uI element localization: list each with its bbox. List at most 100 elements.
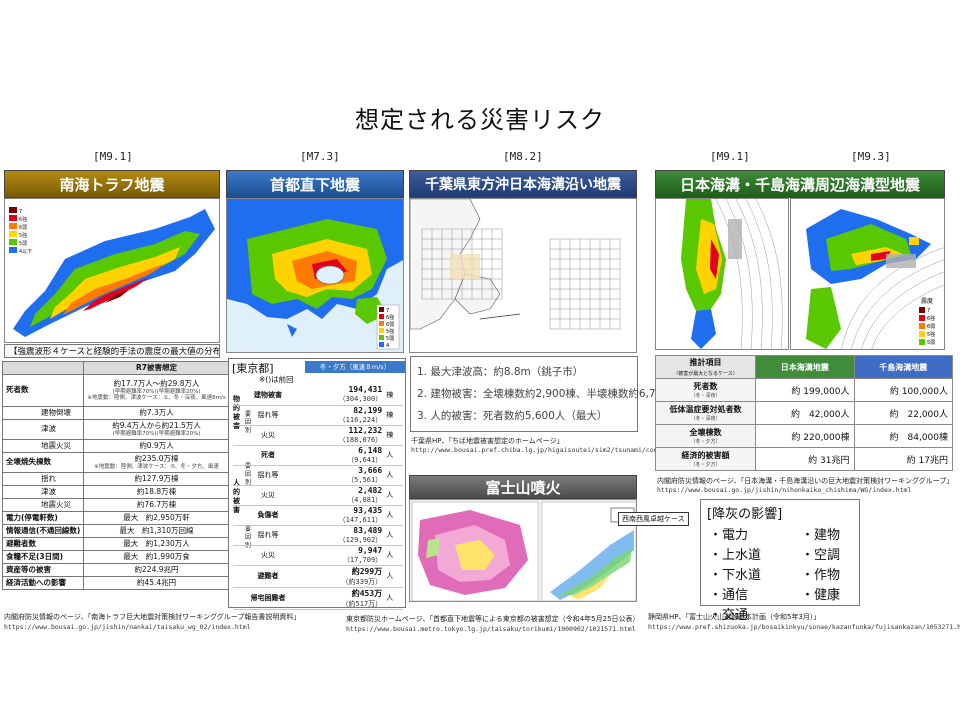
chiba-damage-panel: 1. 最大津波高：約8.8m（銚子市） 2. 建物被害：全壊棟数約2,900棟、… <box>410 356 679 432</box>
nankai-row-value: 約235.0万棟 <box>134 454 179 464</box>
tokyo-row-value: 約299万 <box>351 566 383 576</box>
tokyo-legend-6s: 6強 <box>386 314 394 321</box>
tokyo-row-prev: （約339万） <box>341 577 383 586</box>
tokyo-row-value: 82,199 <box>353 405 383 415</box>
ash-effect-item: ・交通 <box>709 608 749 623</box>
nankai-row-label: 揺れ <box>1 472 85 486</box>
nankai-row-value: 約17.7万人～約29.8万人 <box>113 379 200 389</box>
nankai-row-note: ※地震動：陸側、津波ケース：⑤、冬・夕方、風速 <box>94 463 219 470</box>
nankai-row-note: (早期避難率70%)(早期避難率20%) <box>112 430 201 437</box>
tokyo-row-value: 112,232 <box>348 425 383 435</box>
tokyo-row-unit: 棟 <box>384 405 403 426</box>
tokyo-row-value: 9,947 <box>358 545 383 555</box>
trench-row-note: （冬・夕方） <box>690 462 721 468</box>
nankai-row-value: 約224.9兆円 <box>83 563 230 577</box>
page-title: 想定される災害リスク <box>355 106 605 134</box>
trench-source: 内閣府防災情報のページ、「日本海溝・千島海溝沿いの巨大地震対策検討ワーキンググル… <box>657 477 954 485</box>
fuji-inset-label: 西南西風卓越ケース <box>618 512 689 526</box>
fuji-url[interactable]: https://www.pref.shizuoka.jp/bosaikinkyu… <box>648 623 960 631</box>
tokyo-row-prev: （129,902） <box>338 535 383 544</box>
trench-legend-5w: 5弱 <box>927 340 935 346</box>
tokyo-url[interactable]: https://www.bousai.metro.tokyo.lg.jp/tai… <box>346 625 636 633</box>
tokyo-row-unit: 人 <box>384 485 403 506</box>
tokyo-row-prev: （116,224） <box>338 415 383 424</box>
tokyo-row-prev: （304,300） <box>338 395 383 404</box>
nankai-intensity-map: 7 6強 6弱 5強 5弱 4以下 <box>4 198 220 343</box>
nankai-row-value: 最大 約2,950万軒 <box>83 511 230 525</box>
trench-url[interactable]: https://www.bousai.go.jp/jishin/nihonkai… <box>657 486 911 494</box>
tokyo-row-value: 83,489 <box>353 525 383 535</box>
nankai-row-label: 津波 <box>1 485 85 499</box>
tokyo-row-prev: （約517万） <box>341 599 383 608</box>
chiba-fault-map <box>409 198 637 353</box>
ash-effect-item: ・上水道 <box>709 548 762 563</box>
trench-row-label: 全壊棟数 <box>689 428 722 437</box>
nankai-row-label: 食糧不足(3日間) <box>1 550 85 564</box>
tokyo-row-unit: 棟 <box>384 385 403 406</box>
ash-effect-item: ・下水道 <box>709 568 762 583</box>
tokyo-row-prev: （5,561） <box>347 475 383 484</box>
tokyo-row-prev: （4,081） <box>347 495 383 504</box>
nankai-row-label: 建物倒壊 <box>1 406 85 420</box>
trench-row-note: （冬・深夜） <box>690 393 721 399</box>
tokyo-row-prev: （9,641） <box>347 455 383 464</box>
trench-legend-7: 7 <box>927 308 930 314</box>
tokyo-row-prev: （188,076） <box>338 435 383 444</box>
tokyo-row-label: 揺れ等 <box>233 465 303 486</box>
nankai-damage-table: R7被害想定 死者数 約17.7万人～約29.8万人 (早期避難率70%)(早期… <box>1 361 230 590</box>
chishima-trench-map: 震度 7 6強 6弱 5強 5弱 <box>790 198 945 350</box>
nankai-row-label: 避難者数 <box>1 537 85 551</box>
trench-banner: 日本海溝・千島海溝周辺海溝型地震 <box>655 170 945 198</box>
tokyo-row-unit: 人 <box>384 587 403 610</box>
tokyo-row-unit: 人 <box>384 465 403 486</box>
fuji-banner: 富士山噴火 <box>409 475 637 499</box>
trench-header-japan: 日本海溝地震 <box>755 355 855 379</box>
fuji-ash-map <box>409 499 637 602</box>
tokyo-legend-4: 4 <box>386 343 389 349</box>
tokyo-magnitude: [M7.3] <box>300 150 340 163</box>
tokyo-row-value: 3,666 <box>358 465 383 475</box>
trench-header-chishima: 千島海溝地震 <box>853 355 953 379</box>
trench-row-chishima: 約 17兆円 <box>853 447 953 471</box>
trench-legend-5s: 5強 <box>927 331 935 338</box>
tokyo-row-unit: 人 <box>384 525 403 546</box>
tokyo-row-label: 揺れ等 <box>233 405 303 426</box>
nankai-url[interactable]: https://www.bousai.go.jp/jishin/nankai/t… <box>4 623 251 631</box>
trench-row-japan: 約 220,000棟 <box>755 424 855 448</box>
trench-row-chishima: 約 84,000棟 <box>853 424 953 448</box>
tokyo-legend-6w: 6弱 <box>386 322 394 328</box>
trench-row-japan: 約 199,000人 <box>755 378 855 402</box>
ash-effects-panel: [降灰の影響] ・電力 ・建物 ・上水道 ・空調 ・下水道 ・作物 ・通信 ・健… <box>700 499 860 623</box>
nankai-magnitude: [M9.1] <box>93 150 133 163</box>
tokyo-row-label: 火災 <box>233 485 303 506</box>
tokyo-row-label: 火災 <box>233 425 303 446</box>
ash-effect-item: ・健康 <box>801 588 841 603</box>
tokyo-row-label: 避難者 <box>233 565 303 588</box>
ash-effect-item: ・作物 <box>801 568 841 583</box>
trench-legend-title: 震度 <box>921 297 933 305</box>
tokyo-legend-5w: 5弱 <box>386 336 394 342</box>
nankai-row-label: 死者数 <box>1 374 85 407</box>
chiba-banner: 千葉県東方沖日本海溝沿い地震 <box>409 170 637 198</box>
nankai-row-value: 約76.7万棟 <box>83 498 230 512</box>
nankai-row-label: 資産等の被害 <box>1 563 85 577</box>
trench-magnitude-chishima: [M9.3] <box>851 150 891 163</box>
nankai-row-label: 津波 <box>1 419 85 440</box>
nankai-row-value: 約18.8万棟 <box>83 485 230 499</box>
tokyo-row-unit: 人 <box>384 545 403 566</box>
tokyo-row-label: 死者 <box>233 445 303 466</box>
nankai-legend-7: 7 <box>19 209 22 215</box>
nankai-row-label: 経済活動への影響 <box>1 576 85 590</box>
tokyo-row-unit: 人 <box>384 505 403 526</box>
trench-magnitude-japan: [M9.1] <box>710 150 750 163</box>
nankai-row-value: 約45.4兆円 <box>83 576 230 590</box>
nankai-row-value: 約0.9万人 <box>83 439 230 453</box>
nankai-legend-5w: 5弱 <box>19 241 27 247</box>
nankai-legend-6s: 6強 <box>19 216 27 223</box>
tokyo-row-unit: 人 <box>384 445 403 466</box>
nankai-row-value: 最大 約1,310万回線 <box>83 524 230 538</box>
trench-row-label: 低体温症要対処者数 <box>669 405 742 414</box>
tokyo-row-value: 約453万 <box>351 588 383 598</box>
trench-row-chishima: 約 100,000人 <box>853 378 953 402</box>
tokyo-row-value: 93,435 <box>353 505 383 515</box>
